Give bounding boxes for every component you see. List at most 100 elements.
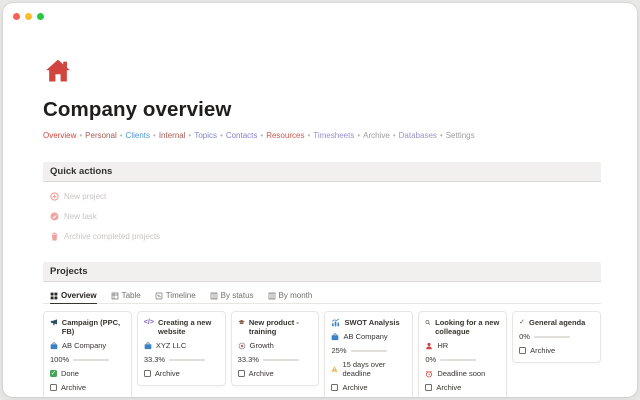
archive-checkbox[interactable] bbox=[237, 370, 245, 377]
project-card-swot[interactable]: SWOT Analysis AB Company 25% 15 days ove… bbox=[324, 311, 414, 397]
hr-icon bbox=[426, 342, 433, 349]
progress-label: 33.3% bbox=[237, 355, 259, 364]
tab-label: Timeline bbox=[165, 291, 196, 300]
nav-item-settings[interactable]: Settings bbox=[446, 131, 475, 140]
tab-by-month[interactable]: By month bbox=[268, 291, 312, 303]
nav-separator: • bbox=[392, 131, 396, 140]
progress-bar bbox=[350, 349, 387, 352]
megaphone-icon bbox=[50, 319, 58, 326]
tab-label: Overview bbox=[61, 291, 97, 300]
archive-label: Archive bbox=[154, 369, 180, 378]
close-button[interactable] bbox=[13, 13, 20, 20]
archive-checkbox[interactable] bbox=[331, 384, 339, 391]
table-icon bbox=[111, 292, 118, 299]
timeline-icon bbox=[155, 292, 163, 299]
nav-item-internal[interactable]: Internal bbox=[159, 131, 186, 140]
project-card-campaign[interactable]: Campaign (PPC, FB) AB Company 100% ✓ Don… bbox=[43, 311, 132, 397]
nav-item-topics[interactable]: Topics bbox=[194, 131, 217, 140]
progress-bar bbox=[533, 335, 570, 338]
warning-icon bbox=[331, 366, 339, 372]
archive-label: Archive bbox=[436, 383, 462, 392]
nav-item-timesheets[interactable]: Timesheets bbox=[313, 131, 354, 140]
nav-separator: • bbox=[188, 131, 192, 140]
card-company: AB Company bbox=[62, 341, 107, 350]
done-checkbox[interactable]: ✓ bbox=[50, 370, 57, 377]
screenshot-stage: Company overview Overview • Personal • Clien… bbox=[0, 0, 640, 400]
card-company: HR bbox=[437, 341, 449, 350]
projects-view-tabs: Overview Table Timeline By status By mon… bbox=[43, 285, 601, 304]
project-card-training[interactable]: New product - training Growth 33.3% Arch… bbox=[230, 311, 320, 386]
tab-label: Table bbox=[121, 291, 141, 300]
quick-actions-header: Quick actions bbox=[43, 162, 601, 182]
board-icon bbox=[210, 292, 217, 299]
archive-label: Archive bbox=[342, 383, 368, 392]
archive-checkbox[interactable] bbox=[143, 370, 151, 377]
card-title: Creating a new website bbox=[157, 318, 212, 336]
briefcase-icon bbox=[50, 342, 58, 349]
nav-item-databases[interactable]: Databases bbox=[399, 131, 437, 140]
progress-bar bbox=[169, 358, 206, 361]
nav-separator: • bbox=[357, 131, 361, 140]
card-title: New product - training bbox=[248, 318, 299, 336]
quick-action-label: Archive completed projects bbox=[64, 232, 161, 241]
nav-item-archive[interactable]: Archive bbox=[363, 131, 390, 140]
project-card-agenda[interactable]: ✓ General agenda 0% Archive bbox=[512, 311, 601, 363]
quick-action-new-task[interactable]: New task bbox=[50, 211, 601, 222]
nav-item-personal[interactable]: Personal bbox=[85, 131, 117, 140]
nav-item-contacts[interactable]: Contacts bbox=[226, 131, 258, 140]
app-window: Company overview Overview • Personal • Clien… bbox=[3, 3, 637, 397]
nav-separator: • bbox=[119, 131, 123, 140]
warning-label: 15 days over deadline bbox=[342, 360, 386, 378]
archive-checkbox[interactable] bbox=[50, 384, 57, 391]
progress-bar bbox=[262, 358, 299, 361]
done-label: Done bbox=[61, 369, 79, 378]
quick-action-label: New task bbox=[64, 212, 97, 221]
tab-label: By status bbox=[220, 291, 254, 300]
graduation-cap-icon bbox=[238, 319, 245, 325]
card-title: SWOT Analysis bbox=[344, 318, 400, 327]
trash-icon bbox=[51, 232, 58, 241]
progress-label: 100% bbox=[50, 355, 70, 364]
plus-circle-icon bbox=[50, 192, 59, 201]
card-company: AB Company bbox=[343, 332, 388, 341]
progress-label: 33.3% bbox=[143, 355, 166, 364]
home-icon[interactable] bbox=[43, 57, 73, 85]
nav-separator: • bbox=[260, 131, 264, 140]
tab-by-status[interactable]: By status bbox=[210, 291, 254, 303]
quick-action-new-project[interactable]: New project bbox=[50, 191, 601, 202]
progress-label: 0% bbox=[519, 332, 530, 341]
project-cards: Campaign (PPC, FB) AB Company 100% ✓ Don… bbox=[43, 311, 601, 397]
nav-item-resources[interactable]: Resources bbox=[266, 131, 304, 140]
progress-bar bbox=[440, 358, 477, 361]
card-title: General agenda bbox=[529, 318, 586, 327]
tab-overview[interactable]: Overview bbox=[50, 291, 97, 304]
progress-label: 25% bbox=[331, 346, 347, 355]
nav-item-overview[interactable]: Overview bbox=[43, 131, 76, 140]
quick-action-archive-completed[interactable]: Archive completed projects bbox=[50, 231, 601, 242]
projects-header: Projects bbox=[43, 262, 601, 282]
nav-item-clients[interactable]: Clients bbox=[126, 131, 150, 140]
chart-icon bbox=[332, 318, 340, 327]
card-company: Growth bbox=[249, 341, 274, 350]
tab-timeline[interactable]: Timeline bbox=[155, 291, 196, 303]
archive-label: Archive bbox=[61, 383, 87, 392]
progress-bar bbox=[73, 358, 110, 361]
nav-separator: • bbox=[307, 131, 311, 140]
page-nav: Overview • Personal • Clients • Internal • Topic… bbox=[43, 131, 601, 141]
archive-checkbox[interactable] bbox=[425, 384, 433, 391]
briefcase-icon bbox=[332, 333, 339, 340]
card-title: Looking for a new colleague bbox=[435, 318, 500, 336]
grid-icon bbox=[50, 292, 58, 299]
archive-label: Archive bbox=[530, 346, 556, 355]
board-icon bbox=[268, 292, 275, 299]
page-content: Company overview Overview • Personal • Clien… bbox=[43, 3, 601, 397]
archive-checkbox[interactable] bbox=[519, 347, 527, 354]
check-icon: ✓ bbox=[519, 319, 526, 326]
nav-separator: • bbox=[153, 131, 156, 140]
project-card-website[interactable]: </> Creating a new website XYZ LLC 33.3%… bbox=[136, 311, 226, 386]
tab-table[interactable]: Table bbox=[111, 291, 141, 303]
page-title: Company overview bbox=[43, 98, 232, 121]
minimize-button[interactable] bbox=[25, 13, 32, 20]
briefcase-icon bbox=[144, 342, 152, 349]
project-card-colleague[interactable]: Looking for a new colleague HR 0% Deadli… bbox=[418, 311, 508, 397]
